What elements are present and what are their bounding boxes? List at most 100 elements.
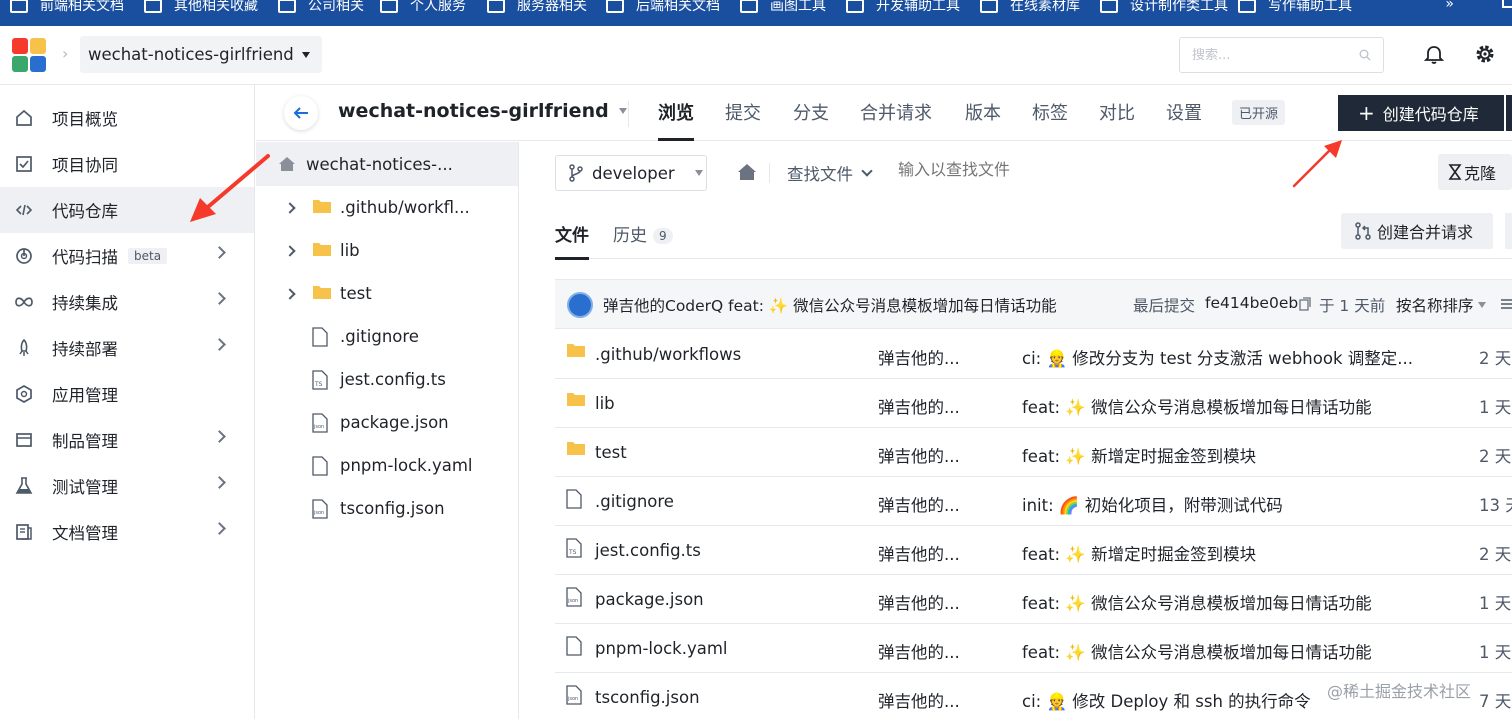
bookmarks-overflow-button[interactable]: » <box>1445 0 1454 12</box>
bell-icon[interactable] <box>1423 44 1445 66</box>
file-row[interactable]: test 弹吉他的... feat: ✨ 新增定时掘金签到模块 2 天 <box>555 428 1512 477</box>
tab-merge-requests[interactable]: 合并请求 <box>860 99 932 141</box>
file-author: 弹吉他的... <box>878 447 960 466</box>
tab-browse[interactable]: 浏览 <box>658 99 694 141</box>
chevron-right-icon[interactable] <box>284 202 296 214</box>
sidebar-item-code-scan[interactable]: 代码扫描 beta <box>0 233 254 279</box>
bookmark-folder[interactable]: 画图工具 <box>740 0 826 16</box>
file-name[interactable]: lib <box>595 394 615 413</box>
file-name[interactable]: jest.config.ts <box>595 541 701 560</box>
avatar[interactable] <box>567 292 593 318</box>
file-name[interactable]: tsconfig.json <box>595 688 700 707</box>
clone-button[interactable]: 克隆 <box>1438 154 1512 190</box>
copy-icon[interactable] <box>1299 297 1311 311</box>
file-row[interactable]: json package.json 弹吉他的... feat: ✨ 微信公众号消… <box>555 575 1512 624</box>
tab-history[interactable]: 历史 9 <box>613 221 673 246</box>
file-commit-message[interactable]: ci: 👷 修改 Deploy 和 ssh 的执行命令 <box>1022 688 1311 712</box>
bookmark-folder[interactable]: 后端相关文档 <box>606 0 720 16</box>
open-source-badge: 已开源 <box>1232 100 1286 125</box>
sidebar-item-code-repo[interactable]: 代码仓库 <box>0 187 254 233</box>
sidebar-item-testing[interactable]: 测试管理 <box>0 463 254 509</box>
tab-releases[interactable]: 版本 <box>965 99 1001 141</box>
tab-settings[interactable]: 设置 <box>1166 99 1202 141</box>
tree-item[interactable]: lib <box>256 230 518 273</box>
tree-item[interactable]: .github/workfl... <box>256 187 518 230</box>
active-tab-indicator <box>555 257 589 260</box>
bookmark-folder[interactable]: 开发辅助工具 <box>846 0 960 16</box>
file-row[interactable]: .gitignore 弹吉他的... init: 🌈 初始化项目，附带测试代码 … <box>555 477 1512 526</box>
bookmark-folder[interactable]: 服务器相关 <box>487 0 587 16</box>
tree-item[interactable]: json package.json <box>256 402 518 445</box>
project-selector[interactable]: wechat-notices-girlfriend <box>80 36 322 73</box>
create-repo-dropdown-button[interactable] <box>1506 95 1512 131</box>
file-commit-message[interactable]: feat: ✨ 微信公众号消息模板增加每日情话功能 <box>1022 639 1372 663</box>
svg-text:TS: TS <box>314 381 323 388</box>
sidebar-item-ci[interactable]: 持续集成 <box>0 279 254 325</box>
file-commit-message[interactable]: feat: ✨ 新增定时掘金签到模块 <box>1022 541 1256 565</box>
tab-compare[interactable]: 对比 <box>1099 99 1135 141</box>
list-view-icon[interactable] <box>1501 298 1512 310</box>
folder-icon <box>278 0 296 13</box>
tree-item[interactable]: test <box>256 273 518 316</box>
bookmark-folder[interactable]: 设计制作类工具 <box>1100 0 1228 16</box>
gear-icon[interactable] <box>1474 43 1496 65</box>
bookmark-folder[interactable]: 写作辅助工具 <box>1238 0 1352 16</box>
file-name[interactable]: .github/workflows <box>595 345 741 364</box>
global-search[interactable] <box>1179 37 1384 73</box>
commit-hash[interactable]: fe414be0eb <box>1205 294 1298 312</box>
file-commit-message[interactable]: ci: 👷 修改分支为 test 分支激活 webhook 调整定... <box>1022 345 1413 369</box>
file-row[interactable]: lib 弹吉他的... feat: ✨ 微信公众号消息模板增加每日情话功能 1 … <box>555 379 1512 428</box>
tree-root[interactable]: wechat-notices-... <box>256 142 518 186</box>
file-row[interactable]: pnpm-lock.yaml 弹吉他的... feat: ✨ 微信公众号消息模板… <box>555 624 1512 673</box>
caret-down-icon <box>618 108 627 114</box>
bookmark-folder[interactable]: 个人服务 <box>380 0 466 16</box>
more-actions-button[interactable] <box>1505 213 1512 249</box>
sidebar-item-artifacts[interactable]: 制品管理 <box>0 417 254 463</box>
repo-selector[interactable]: wechat-notices-girlfriend <box>338 100 627 122</box>
file-row[interactable]: .github/workflows 弹吉他的... ci: 👷 修改分支为 te… <box>555 330 1512 379</box>
chevron-right-icon[interactable] <box>284 245 296 257</box>
bookmark-folder[interactable]: 前端相关文档 <box>10 0 124 16</box>
home-icon[interactable] <box>737 163 757 181</box>
tree-item[interactable]: pnpm-lock.yaml <box>256 445 518 488</box>
file-row[interactable]: TS jest.config.ts 弹吉他的... feat: ✨ 新增定时掘金… <box>555 526 1512 575</box>
file-commit-message[interactable]: init: 🌈 初始化项目，附带测试代码 <box>1022 492 1283 516</box>
sort-selector[interactable]: 按名称排序 <box>1396 294 1486 316</box>
file-name[interactable]: package.json <box>595 590 704 609</box>
sidebar-item-apps[interactable]: 应用管理 <box>0 371 254 417</box>
file-commit-message[interactable]: feat: ✨ 新增定时掘金签到模块 <box>1022 443 1256 467</box>
sidebar-item-overview[interactable]: 项目概览 <box>0 95 254 141</box>
file-commit-message[interactable]: feat: ✨ 微信公众号消息模板增加每日情话功能 <box>1022 394 1372 418</box>
tab-tags[interactable]: 标签 <box>1032 99 1068 141</box>
sidebar-item-cd[interactable]: 持续部署 <box>0 325 254 371</box>
file-name[interactable]: pnpm-lock.yaml <box>595 639 728 658</box>
branch-selector[interactable]: developer <box>555 155 707 191</box>
file-name[interactable]: test <box>595 443 627 462</box>
sidebar-item-docs[interactable]: 文档管理 <box>0 509 254 555</box>
bookmark-folder-icon[interactable] <box>1502 0 1512 8</box>
chevron-right-icon[interactable] <box>284 288 296 300</box>
find-file-button[interactable]: 查找文件 <box>769 163 873 184</box>
file-icon <box>312 456 328 476</box>
app-logo[interactable] <box>12 38 46 72</box>
tree-item[interactable]: TS jest.config.ts <box>256 359 518 402</box>
commit-message[interactable]: 弹吉他的CoderQ feat: ✨ 微信公众号消息模板增加每日情话功能 <box>603 294 1057 316</box>
tab-commits[interactable]: 提交 <box>725 99 761 141</box>
bookmark-folder[interactable]: 在线素材库 <box>980 0 1080 16</box>
tree-item[interactable]: json tsconfig.json <box>256 488 518 531</box>
tab-files[interactable]: 文件 <box>555 221 589 246</box>
tree-item[interactable]: .gitignore <box>256 316 518 359</box>
bookmark-folder[interactable]: 公司相关 <box>278 0 364 16</box>
file-name[interactable]: .gitignore <box>595 492 674 511</box>
search-input[interactable] <box>1192 47 1359 63</box>
tab-branches[interactable]: 分支 <box>793 99 829 141</box>
bookmark-folder[interactable]: 其他相关收藏 <box>144 0 258 16</box>
create-repo-button[interactable]: + 创建代码仓库 <box>1338 95 1504 131</box>
file-commit-message[interactable]: feat: ✨ 微信公众号消息模板增加每日情话功能 <box>1022 590 1372 614</box>
back-button[interactable] <box>284 96 318 130</box>
bookmarks-bar: 前端相关文档 其他相关收藏 公司相关 个人服务 服务器相关 后端相关文档 画图工… <box>0 0 1512 26</box>
sidebar-item-collaboration[interactable]: 项目协同 <box>0 141 254 187</box>
create-merge-request-button[interactable]: 创建合并请求 <box>1341 213 1493 249</box>
clone-icon <box>1448 164 1462 180</box>
find-file-input[interactable] <box>898 160 1118 179</box>
